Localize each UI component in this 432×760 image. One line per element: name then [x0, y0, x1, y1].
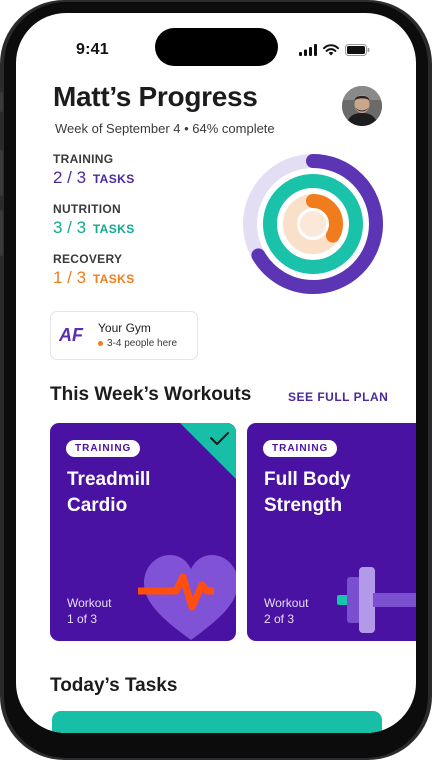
stat-label: NUTRITION [53, 202, 122, 216]
stat-unit: TASKS [92, 172, 135, 186]
status-time: 9:41 [76, 41, 109, 58]
signal-icon [299, 44, 317, 56]
anytime-fitness-logo-icon: AF [59, 325, 84, 344]
ring-center [300, 211, 326, 237]
profile-photo-icon [342, 86, 382, 126]
stat-count: 3 / 3 [53, 218, 87, 237]
gym-card[interactable]: AF Your Gym 3-4 people here [50, 311, 198, 360]
wifi-icon [323, 44, 339, 56]
battery-icon [345, 44, 370, 56]
heart-pulse-icon [138, 555, 236, 640]
card-meta-count: 1 of 3 [67, 612, 98, 626]
stat-training: TRAINING 2 / 3 TASKS [53, 152, 135, 188]
phone-screen: 9:41 Matt’s Progress Week of September 4… [16, 13, 416, 733]
gym-occupancy: 3-4 people here [98, 338, 177, 349]
stat-value: 1 / 3 TASKS [53, 268, 135, 288]
card-title: Full Body Strength [264, 469, 351, 516]
workouts-section-title: This Week’s Workouts [50, 384, 252, 405]
stat-label: RECOVERY [53, 252, 123, 266]
status-bar: 9:41 [16, 13, 416, 73]
phone-side-button-left [0, 92, 3, 112]
stat-recovery: RECOVERY 1 / 3 TASKS [53, 252, 135, 288]
page-subtitle: Week of September 4 • 64% complete [55, 121, 275, 136]
card-badge: TRAINING [66, 440, 141, 457]
card-meta-label: Workout [67, 596, 112, 610]
stat-nutrition: NUTRITION 3 / 3 TASKS [53, 202, 135, 238]
stat-count: 2 / 3 [53, 168, 87, 187]
card-title: Treadmill Cardio [67, 469, 151, 516]
gym-name: Your Gym [98, 321, 151, 335]
stat-unit: TASKS [92, 222, 135, 236]
stat-value: 3 / 3 TASKS [53, 218, 135, 238]
card-meta-count: 2 of 3 [264, 612, 295, 626]
avatar[interactable] [342, 86, 382, 126]
phone-side-button-left [0, 210, 3, 256]
status-icons [299, 43, 370, 57]
task-card[interactable] [52, 711, 382, 733]
workout-card[interactable]: TRAINING Treadmill Cardio Workout 1 of 3 [50, 423, 236, 641]
stat-count: 1 / 3 [53, 268, 87, 287]
card-meta: Workout 2 of 3 [264, 595, 308, 627]
dynamic-island [155, 28, 278, 66]
card-badge: TRAINING [263, 440, 338, 457]
card-meta: Workout 1 of 3 [67, 595, 111, 627]
see-full-plan-link[interactable]: SEE FULL PLAN [288, 390, 388, 404]
page-title: Matt’s Progress [53, 81, 258, 112]
tasks-section-title: Today’s Tasks [50, 675, 178, 696]
occupancy-dot-icon [98, 341, 103, 346]
card-meta-label: Workout [264, 596, 309, 610]
stat-value: 2 / 3 TASKS [53, 168, 135, 188]
dumbbell-icon [337, 567, 416, 633]
gym-logo-text: AF [59, 325, 84, 344]
stat-label: TRAINING [53, 152, 114, 166]
stat-unit: TASKS [92, 272, 135, 286]
workout-card[interactable]: TRAINING Full Body Strength Workout 2 of… [247, 423, 416, 641]
gym-occupancy-text: 3-4 people here [107, 338, 178, 349]
progress-rings [243, 154, 383, 294]
phone-side-button-left [0, 150, 3, 196]
